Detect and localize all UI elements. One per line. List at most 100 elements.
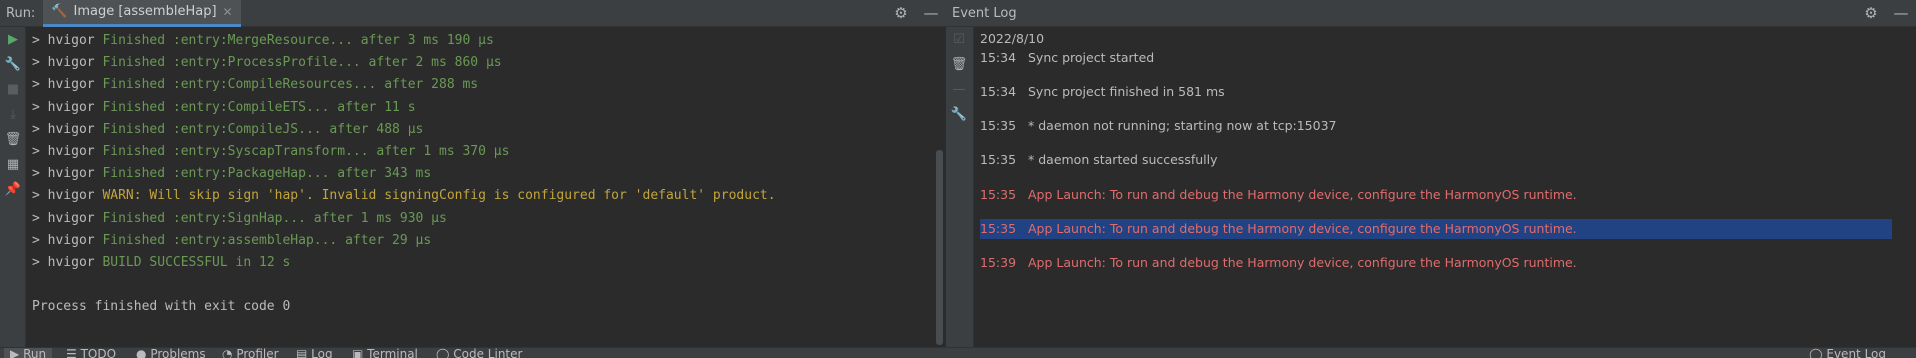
tool-window-icon: ▤ <box>296 347 308 358</box>
event-row[interactable]: 15:35 App Launch: To run and debug the Ha… <box>980 219 1892 239</box>
console-text: Finished :entry:MergeResource... after 3… <box>102 33 494 48</box>
event-log-icon: ◯ <box>1809 347 1827 358</box>
console-line: > hvigor Finished :entry:CompileJS... af… <box>32 119 936 141</box>
tool-window-terminal[interactable]: ▣ Terminal <box>352 347 418 358</box>
tool-window-label: Problems <box>150 347 206 358</box>
console-text: Finished :entry:CompileResources... afte… <box>102 77 479 93</box>
event-message: * daemon not running; starting now at tc… <box>1028 118 1337 133</box>
tool-window-label: Run <box>23 347 47 358</box>
pin-icon[interactable]: 📌 <box>0 182 26 197</box>
event-log-scrollbar[interactable] <box>1894 27 1901 347</box>
console-prompt: > hvigor <box>32 232 95 248</box>
event-log-toolbar: ☑ 🗑 — 🔧 <box>946 27 974 347</box>
trash-icon[interactable]: 🗑 <box>0 132 26 147</box>
console-prompt: > hvigor <box>32 210 95 226</box>
console-text: Finished :entry:SignHap... after 1 ms 93… <box>102 210 447 226</box>
console-prompt: > hvigor <box>32 121 95 137</box>
event-row[interactable]: 15:35 App Launch: To run and debug the Ha… <box>980 185 1892 205</box>
rerun-icon[interactable]: ▶ <box>0 32 26 47</box>
run-panel-header: Run: 🔨 Image [assembleHap] ✕ ⚙ — <box>0 0 946 27</box>
event-message: App Launch: To run and debug the Harmony… <box>1028 221 1577 236</box>
tool-window-profiler[interactable]: ◔ Profiler <box>222 347 279 358</box>
console-line: > hvigor Finished :entry:ProcessProfile.… <box>32 52 936 74</box>
console-prompt: > hvigor <box>32 143 95 159</box>
tool-window-icon: ◯ <box>436 347 450 358</box>
event-time: 15:35 <box>980 152 1017 167</box>
event-log-header: Event Log ⚙ — <box>946 0 1916 27</box>
event-row[interactable]: 15:35 * daemon not running; starting now … <box>980 116 1892 136</box>
console-line: > hvigor Finished :entry:assembleHap... … <box>32 230 936 252</box>
event-time: 15:35 <box>980 187 1017 202</box>
console-lines: > hvigor Finished :entry:MergeResource..… <box>32 30 936 274</box>
tool-window-run[interactable]: ▶ Run <box>4 347 53 358</box>
wrench-icon[interactable]: 🔧 <box>946 107 972 122</box>
event-log-status-item[interactable]: ◯ Event Log <box>1809 347 1886 358</box>
mark-read-icon[interactable]: ☑ <box>946 32 972 47</box>
tool-window-label: Code Linter <box>453 347 523 358</box>
console-prompt: > hvigor <box>32 166 95 182</box>
console-prompt: > hvigor <box>32 33 95 48</box>
tool-window-icon: ▣ <box>352 347 364 358</box>
event-row[interactable]: 15:39 App Launch: To run and debug the Ha… <box>980 253 1892 273</box>
tool-window-icon: ● <box>136 347 147 358</box>
run-console[interactable]: > hvigor Finished :entry:MergeResource..… <box>26 27 936 347</box>
console-line: > hvigor Finished :entry:CompileResource… <box>32 74 936 96</box>
console-line: > hvigor Finished :entry:SignHap... afte… <box>32 208 936 230</box>
separator: — <box>952 82 966 97</box>
tool-window-todo[interactable]: ☰ TODO <box>66 347 117 358</box>
event-log-title: Event Log <box>952 5 1017 21</box>
event-time: 15:34 <box>980 84 1017 99</box>
event-message: App Launch: To run and debug the Harmony… <box>1028 255 1577 270</box>
trash-icon[interactable]: 🗑 <box>946 57 972 72</box>
event-row[interactable]: 15:34 Sync project finished in 581 ms <box>980 82 1892 102</box>
event-time: 15:35 <box>980 118 1017 133</box>
minimize-icon[interactable]: — <box>1886 4 1916 22</box>
console-text: Finished :entry:assembleHap... after 29 … <box>102 232 432 248</box>
event-row[interactable]: 15:35 * daemon started successfully <box>980 150 1892 170</box>
run-toolbar: ▶ 🔧 ■ ⤓ 🗑 ▦ 📌 <box>0 27 26 347</box>
tool-window-icon: ☰ <box>66 347 77 358</box>
tool-window-code-linter[interactable]: ◯ Code Linter <box>436 347 523 358</box>
stop-icon[interactable]: ■ <box>0 82 26 97</box>
event-message: Sync project finished in 581 ms <box>1028 84 1225 99</box>
tool-window-icon: ▶ <box>10 347 20 358</box>
wrench-icon[interactable]: 🔧 <box>0 57 26 72</box>
tool-window-icon: ◔ <box>222 347 233 358</box>
minimize-icon[interactable]: — <box>916 4 946 22</box>
gear-icon[interactable]: ⚙ <box>1856 4 1886 22</box>
tool-window-label: Profiler <box>236 347 279 358</box>
gear-icon[interactable]: ⚙ <box>886 4 916 22</box>
run-tab[interactable]: 🔨 Image [assembleHap] ✕ <box>43 0 241 27</box>
event-time: 15:39 <box>980 255 1017 270</box>
close-icon[interactable]: ✕ <box>223 5 233 19</box>
ide-bottom-panels: Run: 🔨 Image [assembleHap] ✕ ⚙ — Event L… <box>0 0 1916 358</box>
console-prompt: > hvigor <box>32 77 95 93</box>
tool-window-log[interactable]: ▤ Log <box>296 347 333 358</box>
event-log-content[interactable]: 2022/8/10 15:34 Sync project started 15:34… <box>974 27 1894 347</box>
console-line: > hvigor BUILD SUCCESSFUL in 12 s <box>32 252 936 274</box>
run-tab-label: Image [assembleHap] <box>73 4 217 19</box>
console-text: Finished :entry:ProcessProfile... after … <box>102 55 502 71</box>
exit-message: Process finished with exit code 0 <box>32 299 291 315</box>
event-time: 15:35 <box>980 221 1017 236</box>
tool-window-label: Terminal <box>367 347 418 358</box>
event-message: Sync project started <box>1028 50 1155 65</box>
tool-window-label: Log <box>311 347 333 358</box>
layout-icon[interactable]: ▦ <box>0 157 26 172</box>
console-text: Finished :entry:SyscapTransform... after… <box>102 143 510 159</box>
event-row[interactable]: 15:34 Sync project started <box>980 48 1892 68</box>
tool-window-label: TODO <box>80 347 117 358</box>
console-text: Finished :entry:CompileJS... after 488 µ… <box>102 121 424 137</box>
event-message: * daemon started successfully <box>1028 152 1218 167</box>
scroll-to-end-icon[interactable]: ⤓ <box>0 107 26 122</box>
tool-window-bar: ▶ Run ☰ TODO ● Problems ◔ Profiler ▤ Log ▣ Te… <box>0 347 1916 358</box>
console-prompt: > hvigor <box>32 99 95 115</box>
tool-window-problems[interactable]: ● Problems <box>136 347 206 358</box>
run-label: Run: <box>6 5 36 21</box>
console-line: > hvigor Finished :entry:SyscapTransform… <box>32 141 936 163</box>
console-text: BUILD SUCCESSFUL in 12 s <box>102 254 291 270</box>
console-scrollbar-thumb[interactable] <box>936 150 943 345</box>
console-line: > hvigor Finished :entry:PackageHap... a… <box>32 163 936 185</box>
event-time: 15:34 <box>980 50 1017 65</box>
